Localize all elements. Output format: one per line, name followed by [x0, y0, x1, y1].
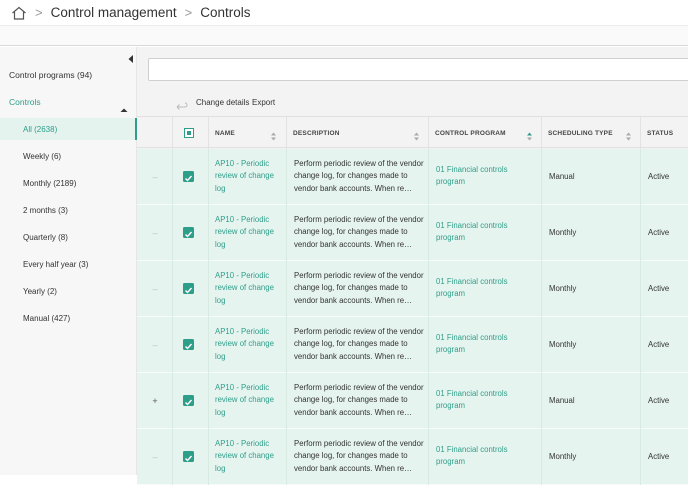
- scheduling-type: Monthly: [549, 228, 577, 237]
- table-row[interactable]: – AP10 - Periodic review of change log P…: [137, 429, 688, 485]
- control-description: Perform periodic review of the vendor ch…: [294, 327, 424, 361]
- sidebar-item-half-year[interactable]: Every half year (3): [0, 253, 137, 275]
- sort-icon[interactable]: [626, 128, 631, 141]
- main-content: Change details Export NAME DESCRIPTION C…: [137, 47, 688, 485]
- sidebar-control-programs[interactable]: Control programs (94): [9, 70, 92, 80]
- row-checkbox[interactable]: [183, 171, 194, 182]
- sidebar-item-2-months[interactable]: 2 months (3): [0, 199, 137, 221]
- breadcrumb-control-management[interactable]: Control management: [51, 5, 177, 20]
- control-program-link[interactable]: 01 Financial controls program: [436, 388, 526, 413]
- toolbar: Change details Export: [137, 93, 688, 115]
- control-name-link[interactable]: AP10 - Periodic review of change log: [215, 270, 281, 307]
- table-row[interactable]: – AP10 - Periodic review of change log P…: [137, 205, 688, 261]
- status-text: Active: [648, 396, 670, 405]
- checkbox-column: [172, 117, 208, 149]
- table-row[interactable]: + AP10 - Periodic review of change log P…: [137, 373, 688, 429]
- row-checkbox[interactable]: [183, 451, 194, 462]
- column-description-label: DESCRIPTION: [293, 129, 340, 137]
- table-row[interactable]: – AP10 - Periodic review of change log P…: [137, 317, 688, 373]
- scheduling-type: Monthly: [549, 284, 577, 293]
- control-description: Perform periodic review of the vendor ch…: [294, 159, 424, 193]
- scheduling-type: Monthly: [549, 340, 577, 349]
- sidebar-item-yearly[interactable]: Yearly (2): [0, 280, 137, 302]
- control-description: Perform periodic review of the vendor ch…: [294, 215, 424, 249]
- sidebar-section-controls[interactable]: Controls: [9, 97, 41, 107]
- row-expander[interactable]: –: [151, 453, 159, 462]
- column-name-label: NAME: [215, 129, 235, 137]
- control-program-link[interactable]: 01 Financial controls program: [436, 276, 526, 301]
- control-name-link[interactable]: AP10 - Periodic review of change log: [215, 158, 281, 195]
- control-name-link[interactable]: AP10 - Periodic review of change log: [215, 326, 281, 363]
- breadcrumb: > Control management > Controls: [0, 0, 688, 25]
- sidebar-item-quarterly[interactable]: Quarterly (8): [0, 226, 137, 248]
- column-header-status[interactable]: STATUS: [640, 117, 688, 149]
- status-text: Active: [648, 452, 670, 461]
- control-name-link[interactable]: AP10 - Periodic review of change log: [215, 382, 281, 419]
- breadcrumb-separator: >: [184, 5, 193, 20]
- sidebar-item-all[interactable]: All (2638): [0, 118, 137, 140]
- search-input[interactable]: [148, 58, 688, 81]
- table-row[interactable]: – AP10 - Periodic review of change log P…: [137, 149, 688, 205]
- column-status-label: STATUS: [647, 129, 674, 137]
- status-text: Active: [648, 228, 670, 237]
- status-text: Active: [648, 340, 670, 349]
- sidebar-item-weekly[interactable]: Weekly (6): [0, 145, 137, 167]
- sort-icon[interactable]: [271, 128, 276, 141]
- row-expander[interactable]: +: [151, 397, 159, 406]
- scheduling-type: Manual: [549, 396, 575, 405]
- status-text: Active: [648, 284, 670, 293]
- row-checkbox[interactable]: [183, 227, 194, 238]
- home-icon[interactable]: [11, 6, 27, 20]
- change-details-button[interactable]: Change details: [196, 98, 249, 107]
- row-expander[interactable]: –: [151, 229, 159, 238]
- control-name-link[interactable]: AP10 - Periodic review of change log: [215, 438, 281, 475]
- table-header: NAME DESCRIPTION CONTROL PROGRAM SCHEDUL…: [137, 116, 688, 149]
- undo-icon[interactable]: [176, 98, 188, 110]
- control-program-link[interactable]: 01 Financial controls program: [436, 164, 526, 189]
- column-control-program-label: CONTROL PROGRAM: [435, 129, 506, 137]
- sidebar-item-manual[interactable]: Manual (427): [0, 307, 137, 329]
- row-checkbox[interactable]: [183, 339, 194, 350]
- row-expander[interactable]: –: [151, 341, 159, 350]
- scheduling-type: Manual: [549, 172, 575, 181]
- table-row[interactable]: – AP10 - Periodic review of change log P…: [137, 261, 688, 317]
- collapse-left-icon[interactable]: [127, 51, 135, 63]
- sidebar-item-monthly[interactable]: Monthly (2189): [0, 172, 137, 194]
- control-program-link[interactable]: 01 Financial controls program: [436, 220, 526, 245]
- control-name-link[interactable]: AP10 - Periodic review of change log: [215, 214, 281, 251]
- column-header-description[interactable]: DESCRIPTION: [286, 117, 428, 149]
- export-button[interactable]: Export: [252, 98, 275, 107]
- sidebar: Control programs (94) Controls All (2638…: [0, 47, 137, 475]
- column-scheduling-type-label: SCHEDULING TYPE: [548, 129, 613, 137]
- sort-icon[interactable]: [527, 128, 532, 141]
- control-description: Perform periodic review of the vendor ch…: [294, 439, 424, 473]
- breadcrumb-controls: Controls: [200, 5, 251, 20]
- control-description: Perform periodic review of the vendor ch…: [294, 383, 424, 417]
- control-description: Perform periodic review of the vendor ch…: [294, 271, 424, 305]
- column-header-control-program[interactable]: CONTROL PROGRAM: [428, 117, 541, 149]
- breadcrumb-separator: >: [35, 5, 43, 20]
- control-program-link[interactable]: 01 Financial controls program: [436, 444, 526, 469]
- chevron-up-icon[interactable]: [120, 100, 128, 112]
- row-expander[interactable]: –: [151, 173, 159, 182]
- row-checkbox[interactable]: [183, 395, 194, 406]
- sub-header-bar: [0, 25, 688, 46]
- control-program-link[interactable]: 01 Financial controls program: [436, 332, 526, 357]
- scheduling-type: Monthly: [549, 452, 577, 461]
- sort-icon[interactable]: [414, 128, 419, 141]
- row-checkbox[interactable]: [183, 283, 194, 294]
- row-expander[interactable]: –: [151, 285, 159, 294]
- status-text: Active: [648, 172, 670, 181]
